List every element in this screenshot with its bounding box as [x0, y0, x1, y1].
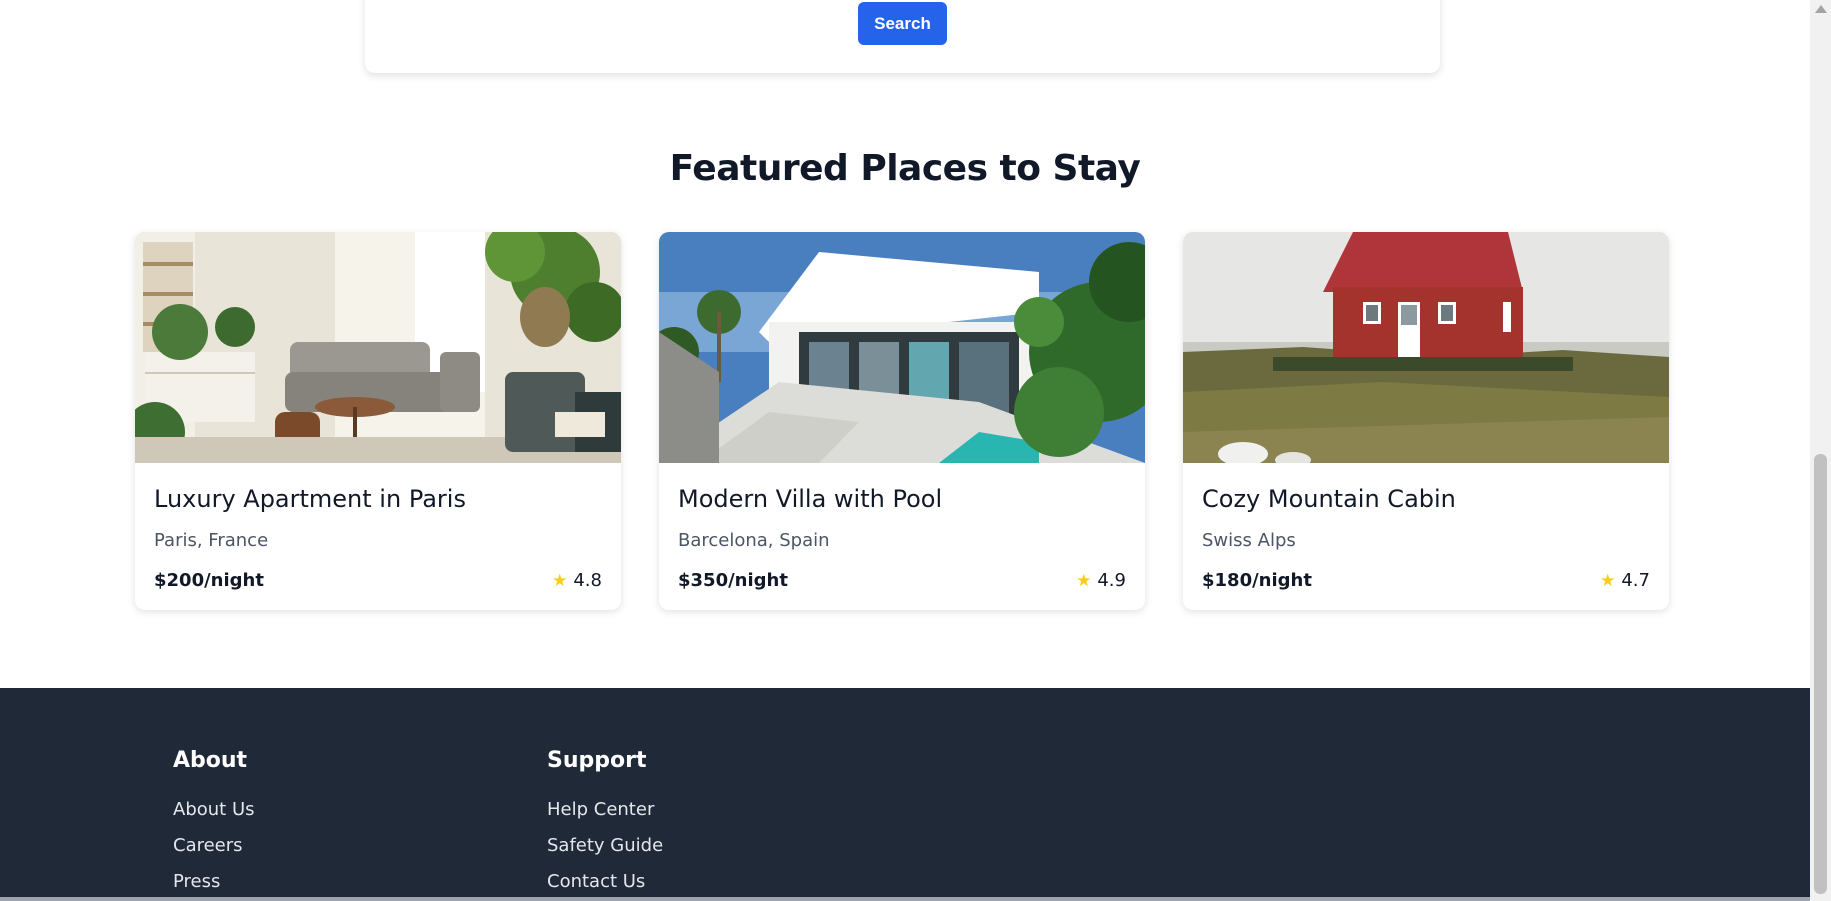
- rating-value: 4.8: [573, 570, 602, 591]
- listing-title: Cozy Mountain Cabin: [1202, 485, 1456, 513]
- page-viewport: Search Featured Places to Stay Luxury Ap…: [0, 0, 1810, 901]
- listing-location: Paris, France: [154, 530, 269, 551]
- listing-price: $350/night: [678, 570, 788, 591]
- footer-link-contact-us[interactable]: Contact Us: [547, 871, 663, 892]
- search-button[interactable]: Search: [858, 2, 947, 45]
- listing-title: Luxury Apartment in Paris: [154, 485, 466, 513]
- listing-rating: ★ 4.8: [552, 570, 602, 591]
- site-footer: About About Us Careers Press Support Hel…: [0, 688, 1810, 901]
- listing-location: Swiss Alps: [1202, 530, 1296, 551]
- rating-value: 4.7: [1621, 570, 1650, 591]
- footer-link-safety-guide[interactable]: Safety Guide: [547, 835, 663, 856]
- featured-section-title: Featured Places to Stay: [669, 148, 1141, 189]
- footer-link-about-us[interactable]: About Us: [173, 799, 255, 820]
- footer-link-careers[interactable]: Careers: [173, 835, 255, 856]
- footer-link-press[interactable]: Press: [173, 871, 255, 892]
- scroll-up-arrow-icon[interactable]: [1815, 5, 1827, 13]
- footer-column-support: Support Help Center Safety Guide Contact…: [547, 748, 663, 901]
- footer-link-help-center[interactable]: Help Center: [547, 799, 663, 820]
- apartment-living-room-photo: [135, 232, 621, 463]
- red-cabin-hill-photo: [1183, 232, 1669, 463]
- search-card: Search: [365, 0, 1440, 73]
- star-icon: ★: [1076, 571, 1092, 591]
- scrollbar-thumb[interactable]: [1814, 454, 1827, 894]
- listing-card-alps[interactable]: Cozy Mountain Cabin Swiss Alps $180/nigh…: [1183, 232, 1669, 610]
- horizontal-scrollbar[interactable]: [0, 897, 1810, 901]
- listing-card-paris[interactable]: Luxury Apartment in Paris Paris, France …: [135, 232, 621, 610]
- listing-rating: ★ 4.7: [1600, 570, 1650, 591]
- star-icon: ★: [1600, 571, 1616, 591]
- footer-heading: About: [173, 748, 248, 773]
- footer-column-about: About About Us Careers Press: [173, 748, 255, 901]
- listing-price: $180/night: [1202, 570, 1312, 591]
- listing-title: Modern Villa with Pool: [678, 485, 943, 513]
- footer-heading: Support: [547, 748, 647, 773]
- vertical-scrollbar[interactable]: [1810, 0, 1831, 901]
- listing-location: Barcelona, Spain: [678, 530, 830, 551]
- modern-villa-pool-photo: [659, 232, 1145, 463]
- rating-value: 4.9: [1097, 570, 1126, 591]
- star-icon: ★: [552, 571, 568, 591]
- listing-rating: ★ 4.9: [1076, 570, 1126, 591]
- listing-card-barcelona[interactable]: Modern Villa with Pool Barcelona, Spain …: [659, 232, 1145, 610]
- listing-price: $200/night: [154, 570, 264, 591]
